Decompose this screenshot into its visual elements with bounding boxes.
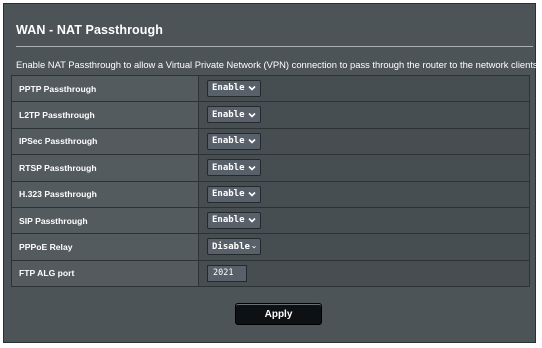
settings-row-pptp: PPTP Passthrough Enable bbox=[11, 74, 530, 103]
setting-label: FTP ALG port bbox=[11, 259, 199, 288]
l2tp-passthrough-select[interactable]: Enable bbox=[207, 106, 261, 124]
chevron-down-icon bbox=[248, 112, 256, 118]
action-bar: Apply bbox=[0, 303, 542, 325]
settings-row-ftp-alg: FTP ALG port bbox=[11, 259, 530, 288]
page-title: WAN - NAT Passthrough bbox=[16, 23, 164, 37]
ipsec-passthrough-select[interactable]: Enable bbox=[207, 132, 261, 150]
settings-row-h323: H.323 Passthrough Enable bbox=[11, 180, 530, 208]
setting-label: SIP Passthrough bbox=[11, 206, 199, 235]
sip-passthrough-select[interactable]: Enable bbox=[207, 211, 261, 229]
setting-label: PPTP Passthrough bbox=[11, 74, 199, 103]
settings-row-l2tp: L2TP Passthrough Enable bbox=[11, 101, 530, 129]
h323-passthrough-select[interactable]: Enable bbox=[207, 185, 261, 203]
setting-label: RTSP Passthrough bbox=[11, 154, 199, 182]
chevron-down-icon bbox=[248, 86, 256, 92]
setting-label: PPPoE Relay bbox=[11, 233, 199, 261]
chevron-down-icon bbox=[252, 245, 256, 249]
chevron-down-icon bbox=[248, 165, 256, 171]
rtsp-passthrough-select[interactable]: Enable bbox=[207, 159, 261, 177]
title-divider bbox=[16, 46, 533, 47]
chevron-down-icon bbox=[248, 139, 256, 144]
select-value: Disable bbox=[212, 241, 250, 252]
select-value: Enable bbox=[212, 162, 245, 173]
setting-label: L2TP Passthrough bbox=[11, 101, 199, 129]
pptp-passthrough-select[interactable]: Enable bbox=[207, 79, 261, 97]
settings-row-sip: SIP Passthrough Enable bbox=[11, 206, 530, 235]
select-value: Enable bbox=[212, 83, 245, 94]
select-value: Enable bbox=[212, 136, 245, 147]
select-value: Enable bbox=[212, 109, 245, 120]
settings-row-pppoe: PPPoE Relay Disable bbox=[11, 233, 530, 261]
pppoe-relay-select[interactable]: Disable bbox=[207, 238, 261, 256]
chevron-down-icon bbox=[248, 191, 256, 197]
settings-row-rtsp: RTSP Passthrough Enable bbox=[11, 154, 530, 182]
settings-row-ipsec: IPSec Passthrough Enable bbox=[11, 127, 530, 156]
apply-button[interactable]: Apply bbox=[235, 303, 322, 325]
settings-table: PPTP Passthrough Enable L2TP Passthrough… bbox=[11, 74, 530, 288]
setting-label: IPSec Passthrough bbox=[11, 127, 199, 156]
page-description: Enable NAT Passthrough to allow a Virtua… bbox=[16, 59, 541, 70]
setting-label: H.323 Passthrough bbox=[11, 180, 199, 208]
select-value: Enable bbox=[212, 189, 245, 200]
chevron-down-icon bbox=[248, 218, 256, 224]
ftp-alg-port-input[interactable] bbox=[207, 264, 247, 282]
select-value: Enable bbox=[212, 215, 245, 226]
